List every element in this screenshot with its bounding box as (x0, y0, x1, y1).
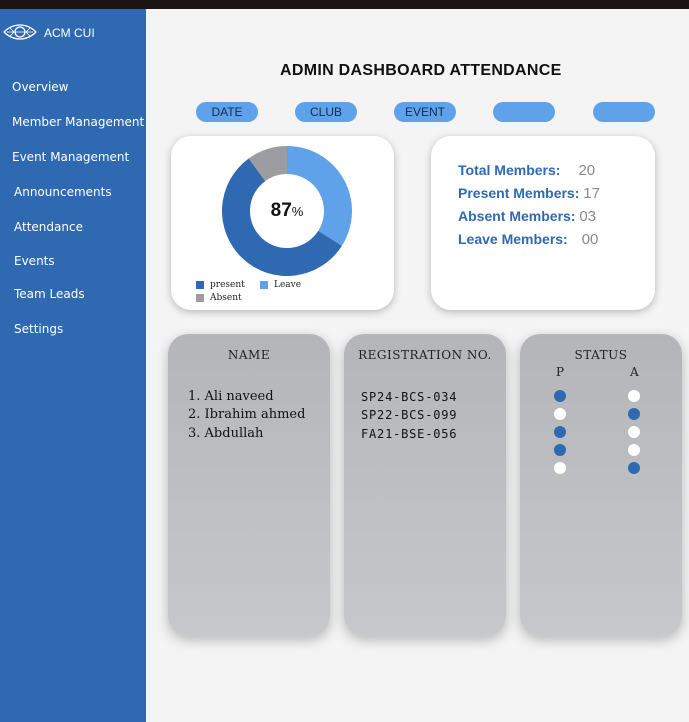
sidebar-item-member-management[interactable]: Member Management (12, 115, 144, 129)
donut-percent-value: 87 (270, 200, 292, 221)
name-panel (168, 334, 330, 636)
sidebar-item-team-leads[interactable]: Team Leads (14, 287, 85, 301)
stat-total-members: Total Members: 20 (458, 162, 595, 179)
name-column-header: NAME (227, 348, 271, 362)
legend-present-swatch (196, 280, 204, 289)
absent-status-dot[interactable] (628, 408, 640, 420)
absent-status-dot[interactable] (628, 444, 640, 456)
name-row: 2. Ibrahim ahmed (188, 407, 306, 422)
present-status-dot[interactable] (554, 426, 566, 438)
filter-event-button[interactable]: EVENT (394, 102, 456, 122)
legend-present-label: present (210, 280, 245, 290)
top-bar (0, 0, 689, 9)
absent-status-dot[interactable] (628, 390, 640, 402)
filter-club-button[interactable]: CLUB (295, 102, 357, 122)
stat-total-label: Total Members: (458, 162, 561, 178)
registration-panel (344, 334, 506, 636)
legend-leave-label: Leave (274, 280, 302, 290)
status-column-header: STATUS (574, 348, 628, 362)
present-status-dot[interactable] (554, 408, 566, 420)
present-status-dot[interactable] (554, 462, 566, 474)
registration-column-header: REGISTRATION NO. (358, 348, 492, 362)
legend-present: present (196, 280, 245, 290)
stat-total-value: 20 (578, 162, 596, 179)
stat-leave-label: Leave Members: (458, 231, 568, 247)
filter-date-button[interactable]: DATE (196, 102, 258, 122)
legend-leave: Leave (260, 280, 301, 290)
stat-present-members: Present Members: 17 (458, 185, 600, 202)
stat-present-label: Present Members: (458, 185, 580, 201)
sidebar-item-overview[interactable]: Overview (12, 80, 69, 94)
registration-row: SP22-BCS-099 (361, 408, 458, 422)
absent-status-dot[interactable] (628, 462, 640, 474)
status-panel (520, 334, 682, 636)
stat-present-value: 17 (583, 185, 600, 202)
sidebar-item-attendance[interactable]: Attendance (14, 220, 83, 234)
filter-empty-button-1[interactable] (493, 102, 555, 122)
stat-absent-value: 03 (579, 208, 597, 225)
absent-status-dot[interactable] (628, 426, 640, 438)
absent-column-header: A (630, 365, 640, 379)
legend-leave-swatch (260, 280, 268, 289)
sidebar-item-announcements[interactable]: Announcements (14, 185, 112, 199)
sidebar-item-settings[interactable]: Settings (14, 322, 63, 336)
page-title: ADMIN DASHBOARD ATTENDANCE (280, 62, 562, 79)
sidebar-item-event-management[interactable]: Event Management (12, 150, 129, 164)
brand-name: ACM CUI (44, 26, 95, 40)
registration-row: FA21-BSE-056 (361, 427, 458, 441)
stat-leave-members: Leave Members: 00 (458, 231, 598, 248)
legend-absent-label: Absent (210, 293, 242, 303)
present-column-header: P (556, 365, 565, 379)
filter-empty-button-2[interactable] (593, 102, 655, 122)
donut-center-label: 87% (256, 200, 318, 222)
donut-percent-unit: % (291, 204, 304, 219)
registration-row: SP24-BCS-034 (361, 390, 458, 404)
sidebar-item-events[interactable]: Events (14, 254, 55, 268)
legend-absent-swatch (196, 293, 204, 302)
name-row: 1. Ali naveed (188, 389, 274, 404)
stat-leave-value: 00 (581, 231, 599, 248)
stat-absent-label: Absent Members: (458, 208, 576, 224)
donut-segment-leave (287, 146, 352, 246)
present-status-dot[interactable] (554, 390, 566, 402)
present-status-dot[interactable] (554, 444, 566, 456)
legend-absent: Absent (196, 293, 242, 303)
acm-logo-icon (3, 24, 37, 40)
stat-absent-members: Absent Members: 03 (458, 208, 596, 225)
name-row: 3. Abdullah (188, 426, 264, 441)
